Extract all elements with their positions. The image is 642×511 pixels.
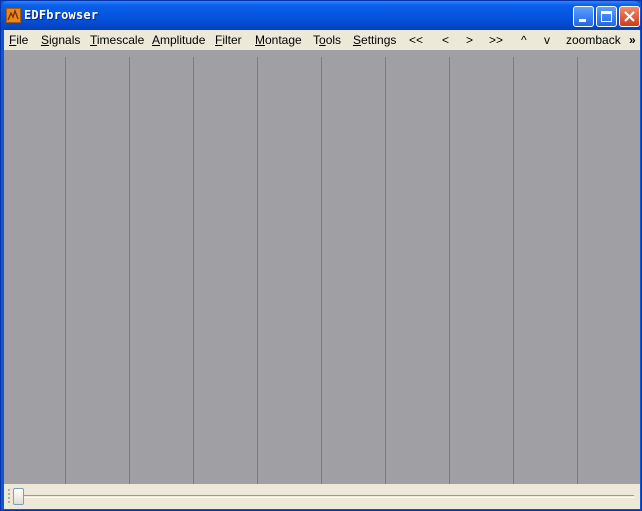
signal-plot-area[interactable] — [4, 57, 640, 484]
nav-step-forward[interactable]: > — [466, 33, 473, 47]
nav-page-forward[interactable]: >> — [489, 33, 503, 47]
maximize-icon — [601, 11, 612, 22]
app-window: EDFbrowser File Signals Timescale Amplit… — [0, 0, 642, 511]
timeline-slider-thumb[interactable] — [13, 488, 24, 505]
close-button[interactable] — [619, 6, 640, 27]
menu-montage[interactable]: Montage — [255, 33, 302, 47]
menu-overflow-button[interactable]: » — [629, 33, 636, 47]
title-bar[interactable]: EDFbrowser — [1, 1, 641, 30]
nav-step-back[interactable]: < — [442, 33, 449, 47]
time-ruler — [4, 50, 640, 65]
minimize-icon — [579, 19, 586, 22]
plot-grid — [65, 57, 578, 484]
menu-amplitude[interactable]: Amplitude — [152, 33, 205, 47]
menu-bar: File Signals Timescale Amplitude Filter … — [4, 30, 640, 50]
nav-zoomback[interactable]: zoomback — [566, 33, 621, 47]
menu-file[interactable]: File — [9, 33, 28, 47]
menu-tools[interactable]: Tools — [313, 33, 341, 47]
nav-shift-down[interactable]: v — [544, 33, 550, 47]
minimize-button[interactable] — [573, 6, 594, 27]
timeline-slider-track[interactable] — [16, 495, 634, 498]
menu-signals[interactable]: Signals — [41, 33, 80, 47]
menu-filter[interactable]: Filter — [215, 33, 242, 47]
tools-mnemonic: To — [313, 33, 326, 47]
menu-settings[interactable]: Settings — [353, 33, 396, 47]
nav-shift-up[interactable]: ^ — [521, 33, 527, 47]
timeline-bar — [4, 484, 640, 509]
maximize-button[interactable] — [596, 6, 617, 27]
app-icon — [6, 8, 21, 23]
grip-icon — [8, 489, 10, 503]
menu-timescale[interactable]: Timescale — [90, 33, 144, 47]
window-title: EDFbrowser — [24, 8, 99, 22]
close-icon — [624, 11, 635, 22]
nav-page-back[interactable]: << — [409, 33, 423, 47]
